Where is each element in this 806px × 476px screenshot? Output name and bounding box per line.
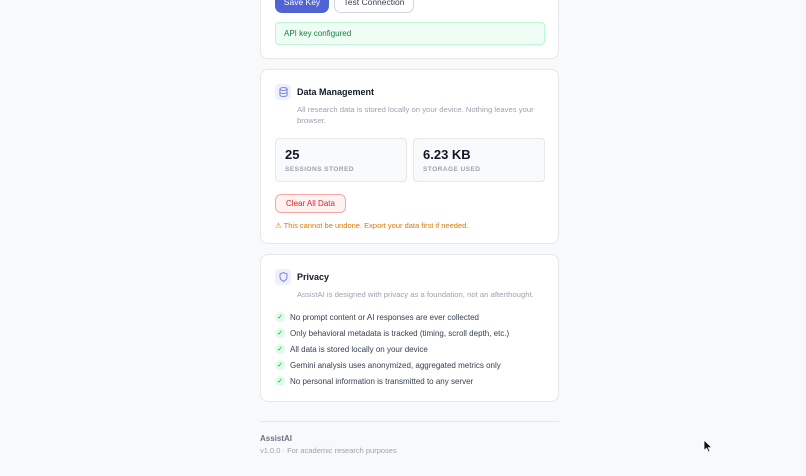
- test-connection-button[interactable]: Test Connection: [334, 0, 414, 13]
- footer-app-name: AssistAI: [260, 434, 293, 443]
- storage-value: 6.23 KB: [423, 147, 471, 162]
- footer-version: v1.0.0 · For academic research purposes: [260, 446, 397, 455]
- privacy-item-text: Only behavioral metadata is tracked (tim…: [290, 328, 510, 338]
- database-icon: [275, 84, 291, 100]
- privacy-item: ✓ Only behavioral metadata is tracked (t…: [275, 327, 509, 339]
- privacy-item: ✓ Gemini analysis uses anonymized, aggre…: [275, 359, 501, 371]
- data-management-description: All research data is stored locally on y…: [297, 105, 534, 125]
- sessions-count: 25: [285, 147, 300, 162]
- storage-stat: 6.23 KB STORAGE USED: [413, 138, 545, 182]
- privacy-item-text: All data is stored locally on your devic…: [290, 344, 428, 354]
- privacy-item-text: Gemini analysis uses anonymized, aggrega…: [290, 360, 501, 370]
- privacy-item-text: No personal information is transmitted t…: [290, 376, 474, 386]
- privacy-item-text: No prompt content or AI responses are ev…: [290, 312, 479, 322]
- api-status-alert: API key configured: [275, 22, 545, 45]
- sessions-stat: 25 SESSIONS STORED: [275, 138, 407, 182]
- privacy-description: AssistAI is designed with privacy as a f…: [297, 290, 534, 299]
- storage-label: STORAGE USED: [423, 166, 481, 173]
- shield-icon: [275, 269, 291, 285]
- privacy-title: Privacy: [297, 272, 330, 282]
- privacy-item: ✓ All data is stored locally on your dev…: [275, 343, 428, 355]
- clear-data-warning: ⚠ This cannot be undone. Export your dat…: [275, 221, 469, 230]
- check-icon: ✓: [275, 344, 285, 354]
- privacy-card: Privacy AssistAI is designed with privac…: [260, 254, 559, 402]
- footer-divider: [260, 421, 559, 422]
- check-icon: ✓: [275, 376, 285, 386]
- save-key-button[interactable]: Save Key: [275, 0, 329, 13]
- mouse-cursor-icon: [703, 439, 713, 453]
- privacy-item: ✓ No personal information is transmitted…: [275, 375, 473, 387]
- data-management-card: Data Management All research data is sto…: [260, 69, 559, 244]
- data-management-title: Data Management: [297, 87, 375, 97]
- privacy-item: ✓ No prompt content or AI responses are …: [275, 311, 479, 323]
- check-icon: ✓: [275, 360, 285, 370]
- api-key-card: Save Key Test Connection API key configu…: [260, 0, 559, 59]
- sessions-label: SESSIONS STORED: [285, 166, 354, 173]
- check-icon: ✓: [275, 328, 285, 338]
- check-icon: ✓: [275, 312, 285, 322]
- clear-all-data-button[interactable]: Clear All Data: [275, 194, 346, 213]
